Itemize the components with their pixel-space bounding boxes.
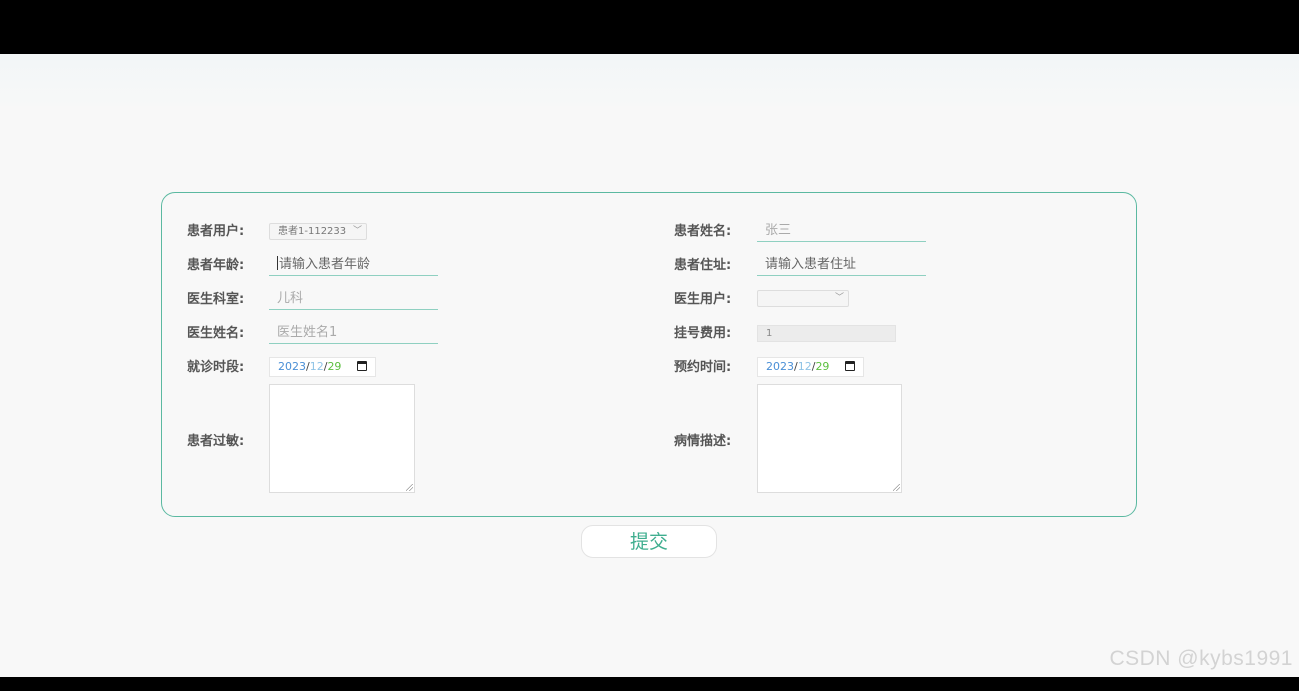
calendar-icon[interactable] <box>845 361 855 371</box>
visit-year: 2023 <box>278 360 306 373</box>
header-band <box>0 54 1299 106</box>
patient-user-label: 患者用户: <box>187 224 245 239</box>
chevron-down-icon: ﹀ <box>834 293 844 303</box>
submit-button[interactable]: 提交 <box>581 525 717 558</box>
allergy-textarea[interactable] <box>269 384 415 493</box>
doctor-name-input[interactable]: 医生姓名1 <box>269 322 438 344</box>
condition-textarea[interactable] <box>757 384 902 493</box>
resize-grip-icon[interactable] <box>406 484 413 491</box>
fee-label: 挂号费用: <box>674 326 732 341</box>
registration-form-card: 患者用户: 患者1-112233 ﹀ 患者姓名: 张三 患者年龄: 请输入患者年… <box>161 192 1137 517</box>
calendar-icon[interactable] <box>357 361 367 371</box>
visit-month: 12 <box>309 360 324 373</box>
doctor-user-select[interactable]: ﹀ <box>757 290 849 307</box>
appointment-year: 2023 <box>766 360 794 373</box>
patient-user-value: 患者1-112233 <box>278 226 347 237</box>
patient-age-input[interactable]: 请输入患者年龄 <box>269 254 438 276</box>
doctor-user-label: 医生用户: <box>674 292 732 307</box>
visit-period-label: 就诊时段: <box>187 360 245 375</box>
text-cursor <box>277 256 278 270</box>
patient-age-label: 患者年龄: <box>187 258 245 273</box>
doctor-dept-input[interactable]: 儿科 <box>269 288 438 310</box>
condition-label: 病情描述: <box>674 434 732 449</box>
patient-user-select[interactable]: 患者1-112233 ﹀ <box>269 223 367 240</box>
patient-name-label: 患者姓名: <box>674 224 732 239</box>
doctor-dept-label: 医生科室: <box>187 292 245 307</box>
visit-period-date-input[interactable]: 2023/12/29 <box>269 357 376 377</box>
appointment-month: 12 <box>797 360 812 373</box>
appointment-date-input[interactable]: 2023/12/29 <box>757 357 864 377</box>
patient-address-input[interactable]: 请输入患者住址 <box>757 254 926 276</box>
fee-input[interactable]: 1 <box>757 325 896 342</box>
doctor-name-label: 医生姓名: <box>187 326 245 341</box>
appointment-day: 29 <box>815 360 830 373</box>
allergy-label: 患者过敏: <box>187 434 245 449</box>
watermark: CSDN @kybs1991 <box>1109 647 1293 670</box>
resize-grip-icon[interactable] <box>893 484 900 491</box>
patient-name-input[interactable]: 张三 <box>757 220 926 242</box>
patient-address-label: 患者住址: <box>674 258 732 273</box>
appointment-time-label: 预约时间: <box>674 360 732 375</box>
visit-day: 29 <box>327 360 342 373</box>
patient-age-placeholder: 请输入患者年龄 <box>279 257 371 272</box>
chevron-down-icon: ﹀ <box>352 226 362 236</box>
app-content: 患者用户: 患者1-112233 ﹀ 患者姓名: 张三 患者年龄: 请输入患者年… <box>0 54 1299 677</box>
